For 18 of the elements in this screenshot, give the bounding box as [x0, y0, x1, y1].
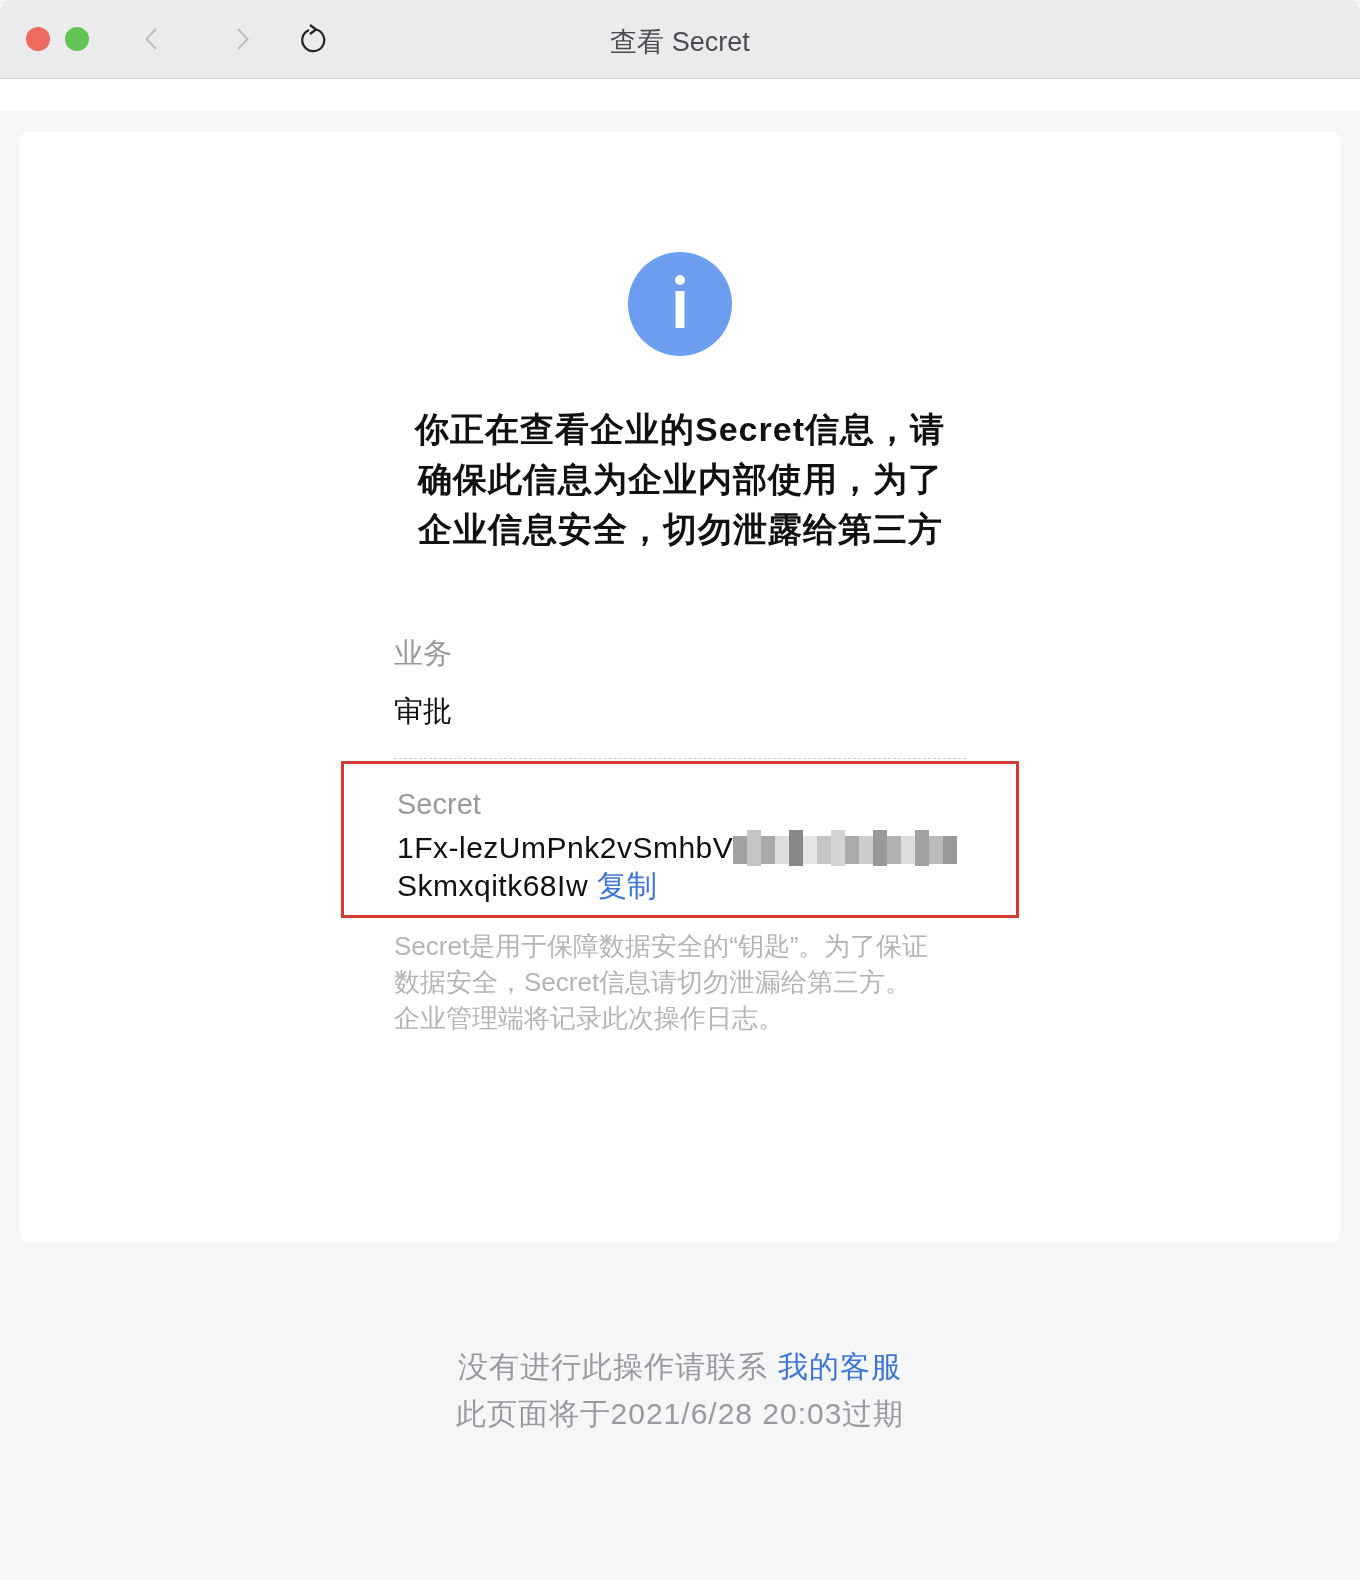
secret-value: 1Fx-lezUmPnk2vSmhbV: [397, 830, 734, 866]
close-button[interactable]: [26, 27, 50, 51]
copy-link[interactable]: 复制: [596, 869, 658, 902]
maximize-button[interactable]: [65, 27, 89, 51]
support-link[interactable]: 我的客服: [777, 1350, 902, 1383]
field-value: 审批: [394, 694, 453, 729]
hint-text: 数据安全，Secret信息请切勿泄漏给第三方。: [394, 966, 913, 999]
contact-text: 没有进行此操作请联系: [458, 1350, 769, 1383]
warning-heading: 你正在查看企业的Secret信息，请确保此信息为企业内部使用，为了企业信息安全，切勿泄露给第三方: [413, 409, 946, 550]
secret-label: Secret: [397, 788, 482, 821]
hint-text: 企业管理端将记录此次操作日志。: [394, 1002, 785, 1035]
expiry-text: 此页面将于2021/6/28 20:03过期: [455, 1396, 905, 1432]
info-icon: [628, 252, 732, 356]
field-label: 业务: [394, 636, 453, 671]
hint-text: Secret是用于保障数据安全的“钥匙”。为了保证: [394, 930, 930, 963]
secret-value: Skmxqitk68Iw: [397, 869, 589, 902]
reload-icon[interactable]: [299, 24, 327, 54]
window-title: 查看 Secret: [610, 27, 750, 57]
